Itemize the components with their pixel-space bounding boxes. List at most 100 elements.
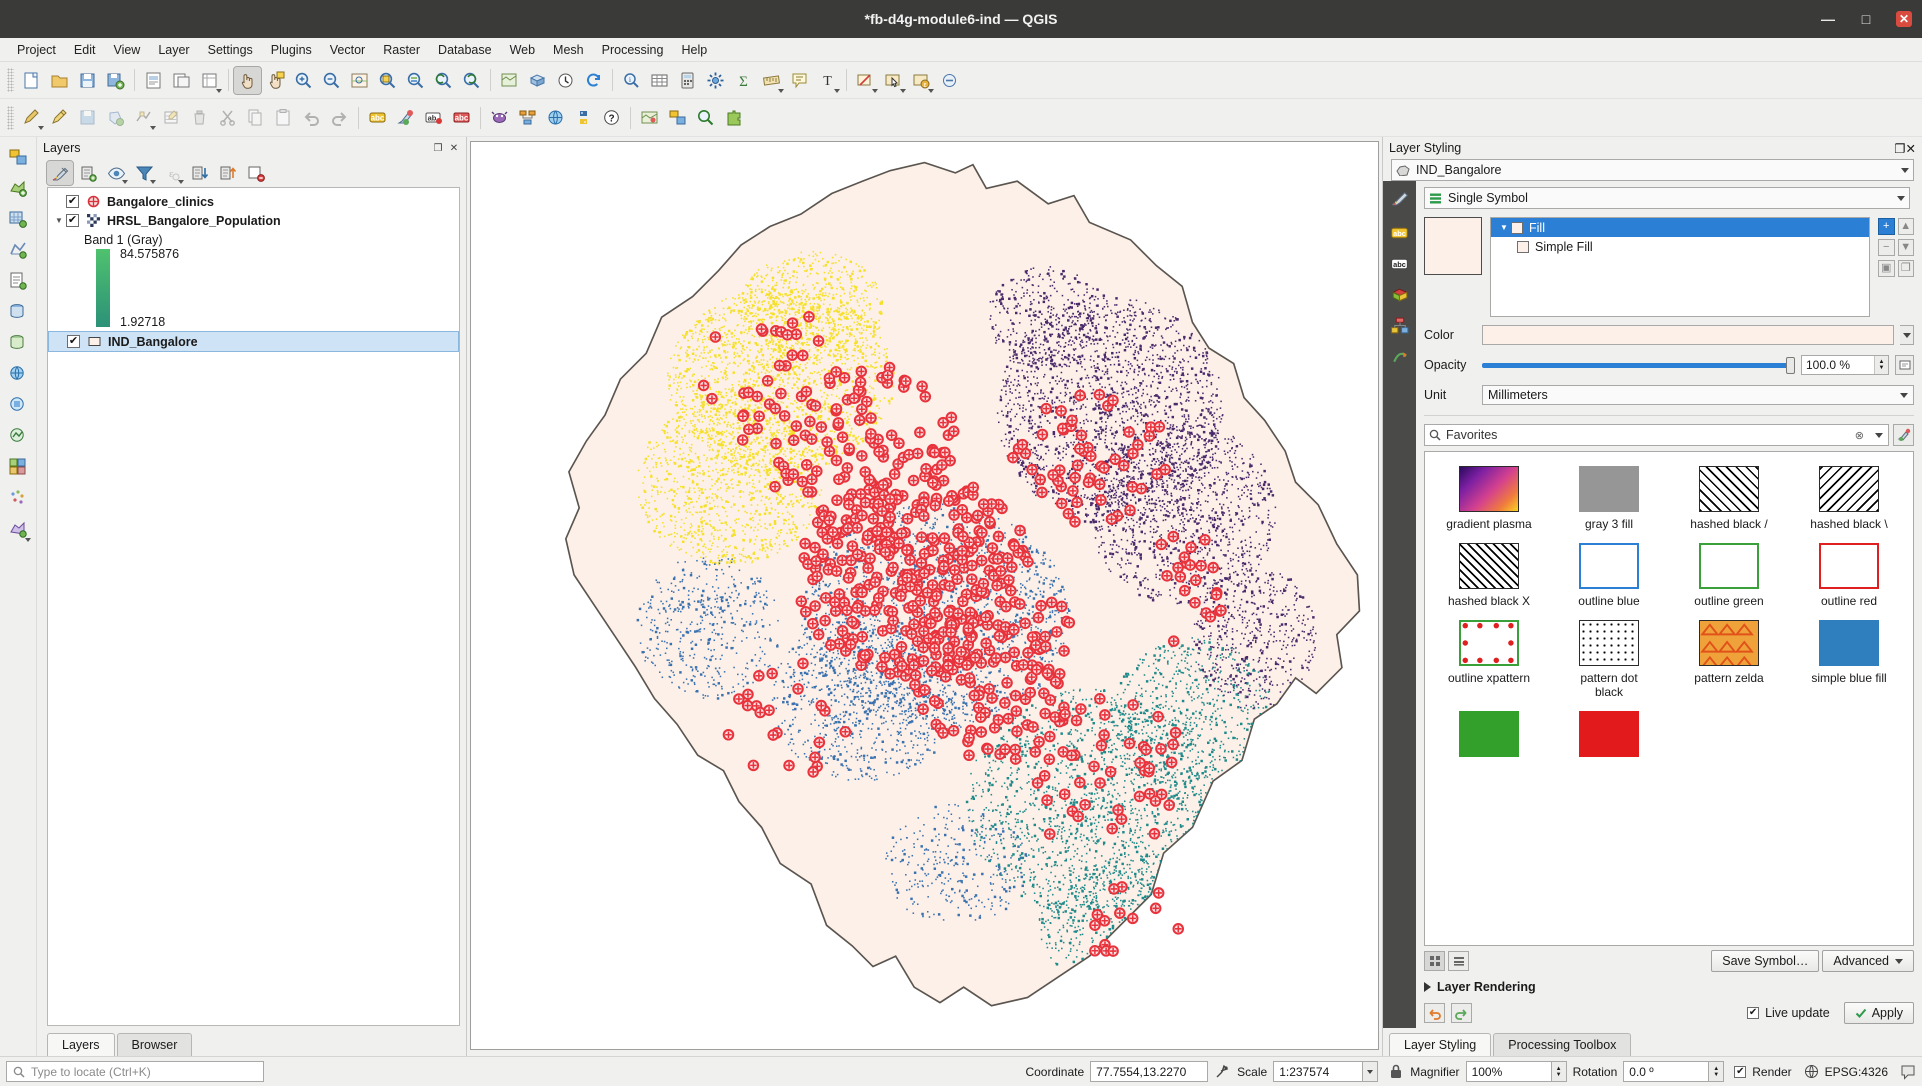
- add-wcs-layer-icon[interactable]: [4, 391, 32, 419]
- pin-labels-icon[interactable]: abc: [448, 104, 475, 131]
- new-virtual-layer-icon[interactable]: [4, 515, 32, 543]
- zoom-in-icon[interactable]: [290, 67, 317, 94]
- save-project-icon[interactable]: [74, 67, 101, 94]
- symbol-tree-row-simple-fill[interactable]: Simple Fill: [1491, 237, 1869, 256]
- layer-visibility-checkbox[interactable]: ✔: [66, 195, 79, 208]
- layer-item-ind-bangalore[interactable]: ✔ IND_Bangalore: [48, 331, 459, 352]
- vertex-tool-icon[interactable]: [130, 104, 157, 131]
- tab-layer-styling[interactable]: Layer Styling: [1389, 1033, 1491, 1056]
- symbol-library-grid[interactable]: gradient plasma gray 3 fill hashed black…: [1424, 451, 1914, 946]
- magnifier-spinner[interactable]: ▲▼: [1552, 1061, 1567, 1082]
- menu-edit[interactable]: Edit: [65, 40, 105, 60]
- select-value-icon[interactable]: [936, 67, 963, 94]
- show-layouts-icon[interactable]: [196, 67, 223, 94]
- layer-item-bangalore-clinics[interactable]: ✔ Bangalore_clinics: [48, 192, 459, 211]
- measure-line-icon[interactable]: [758, 67, 785, 94]
- menu-raster[interactable]: Raster: [374, 40, 429, 60]
- add-vector-layer-icon[interactable]: [4, 174, 32, 202]
- deselect-features-icon[interactable]: [852, 67, 879, 94]
- save-layer-edits-icon[interactable]: [74, 104, 101, 131]
- filter-legend-icon[interactable]: [131, 161, 157, 185]
- symbol-item-outline-red[interactable]: outline red: [1789, 537, 1909, 614]
- apply-button[interactable]: Apply: [1844, 1002, 1914, 1024]
- select-by-expression-icon[interactable]: ε: [908, 67, 935, 94]
- collapse-all-icon[interactable]: [215, 161, 241, 185]
- add-group-icon[interactable]: [75, 161, 101, 185]
- symbol-item-pattern-zelda[interactable]: pattern zelda: [1669, 614, 1789, 705]
- delete-selected-icon[interactable]: [186, 104, 213, 131]
- identify-features-icon[interactable]: i: [618, 67, 645, 94]
- symbol-item-gray-3-fill[interactable]: gray 3 fill: [1549, 460, 1669, 537]
- menu-mesh[interactable]: Mesh: [544, 40, 593, 60]
- symbol-search-input[interactable]: Favorites ⊗: [1424, 424, 1889, 446]
- symbol-item-simple-blue-fill[interactable]: simple blue fill: [1789, 614, 1909, 705]
- data-defined-override-button[interactable]: [1895, 355, 1914, 375]
- symbol-item-gradient-plasma[interactable]: gradient plasma: [1429, 460, 1549, 537]
- add-postgis-layer-icon[interactable]: [4, 298, 32, 326]
- tab-layers[interactable]: Layers: [47, 1033, 115, 1056]
- new-text-annotation-icon[interactable]: T: [814, 67, 841, 94]
- layer-visibility-checkbox[interactable]: ✔: [66, 214, 79, 227]
- expand-all-icon[interactable]: [187, 161, 213, 185]
- move-up-button[interactable]: ▲: [1898, 218, 1915, 235]
- qgis-browser-icon[interactable]: [542, 104, 569, 131]
- style-manager-button[interactable]: [1893, 424, 1914, 446]
- select-features-icon[interactable]: [880, 67, 907, 94]
- close-panel-icon[interactable]: ✕: [1906, 141, 1916, 156]
- symbol-item-hashed-black-back[interactable]: hashed black \: [1789, 460, 1909, 537]
- lock-layer-button[interactable]: ▣: [1878, 260, 1895, 277]
- field-calculator-icon[interactable]: [674, 67, 701, 94]
- open-attribute-table-icon[interactable]: [646, 67, 673, 94]
- menu-help[interactable]: Help: [672, 40, 716, 60]
- opacity-slider[interactable]: [1482, 355, 1795, 375]
- symbol-item-outline-xpattern[interactable]: outline xpattern: [1429, 614, 1549, 705]
- open-layer-styling-panel-icon[interactable]: [47, 161, 73, 185]
- layer-item-hrsl-bangalore-population[interactable]: ▼ ✔ HRSL_Bangalore_Population: [48, 211, 459, 230]
- tab-browser[interactable]: Browser: [117, 1033, 193, 1056]
- render-checkbox[interactable]: ✔: [1734, 1066, 1746, 1078]
- new-project-icon[interactable]: [18, 67, 45, 94]
- list-view-button[interactable]: [1448, 951, 1469, 971]
- help-icon[interactable]: ?: [598, 104, 625, 131]
- 3d-view-tab-icon[interactable]: [1387, 282, 1413, 308]
- move-down-button[interactable]: ▼: [1898, 239, 1915, 256]
- symbol-item-hashed-black-x[interactable]: hashed black X: [1429, 537, 1549, 614]
- spinner-arrows[interactable]: ▲▼: [1874, 356, 1888, 374]
- add-raster-layer-icon[interactable]: [4, 205, 32, 233]
- menu-vector[interactable]: Vector: [321, 40, 374, 60]
- close-panel-icon[interactable]: ✕: [448, 142, 460, 154]
- plugin-manager-icon[interactable]: [720, 104, 747, 131]
- symbol-item-outline-blue[interactable]: outline blue: [1549, 537, 1669, 614]
- messages-icon[interactable]: [1900, 1064, 1916, 1080]
- rotation-spinner[interactable]: ▲▼: [1709, 1061, 1724, 1082]
- add-wfs-layer-icon[interactable]: [4, 422, 32, 450]
- color-swatch-button[interactable]: [1482, 325, 1894, 345]
- zoom-out-icon[interactable]: [318, 67, 345, 94]
- renderer-combo[interactable]: Single Symbol: [1424, 187, 1910, 209]
- add-polygon-feature-icon[interactable]: [102, 104, 129, 131]
- open-data-source-manager-icon[interactable]: [4, 143, 32, 171]
- magnifier-spinbox[interactable]: 100% ▲▼: [1466, 1061, 1567, 1082]
- layer-rendering-section[interactable]: Layer Rendering: [1424, 980, 1914, 994]
- menu-database[interactable]: Database: [429, 40, 501, 60]
- menu-project[interactable]: Project: [8, 40, 65, 60]
- pan-to-selection-icon[interactable]: [262, 67, 289, 94]
- advanced-button[interactable]: Advanced: [1822, 950, 1914, 972]
- remove-layer-icon[interactable]: [243, 161, 269, 185]
- new-3d-map-view-icon[interactable]: [524, 67, 551, 94]
- undock-panel-icon[interactable]: ❐: [432, 142, 444, 154]
- cut-features-icon[interactable]: [214, 104, 241, 131]
- zoom-last-icon[interactable]: [430, 67, 457, 94]
- current-edits-icon[interactable]: [18, 104, 45, 131]
- unit-combo[interactable]: Millimeters: [1482, 385, 1914, 405]
- slider-handle[interactable]: [1786, 357, 1795, 374]
- layer-tree[interactable]: ✔ Bangalore_clinics ▼ ✔ HRSL_Bangalore_P…: [47, 187, 460, 1026]
- refresh-icon[interactable]: [580, 67, 607, 94]
- zoom-full-icon[interactable]: [346, 67, 373, 94]
- symbol-tree-row-fill[interactable]: ▼ Fill: [1491, 218, 1869, 237]
- layer-visibility-checkbox[interactable]: ✔: [67, 335, 80, 348]
- map-tips-icon[interactable]: [786, 67, 813, 94]
- data-source-manager-icon[interactable]: [664, 104, 691, 131]
- menu-web[interactable]: Web: [501, 40, 544, 60]
- add-vector-tile-layer-icon[interactable]: [4, 453, 32, 481]
